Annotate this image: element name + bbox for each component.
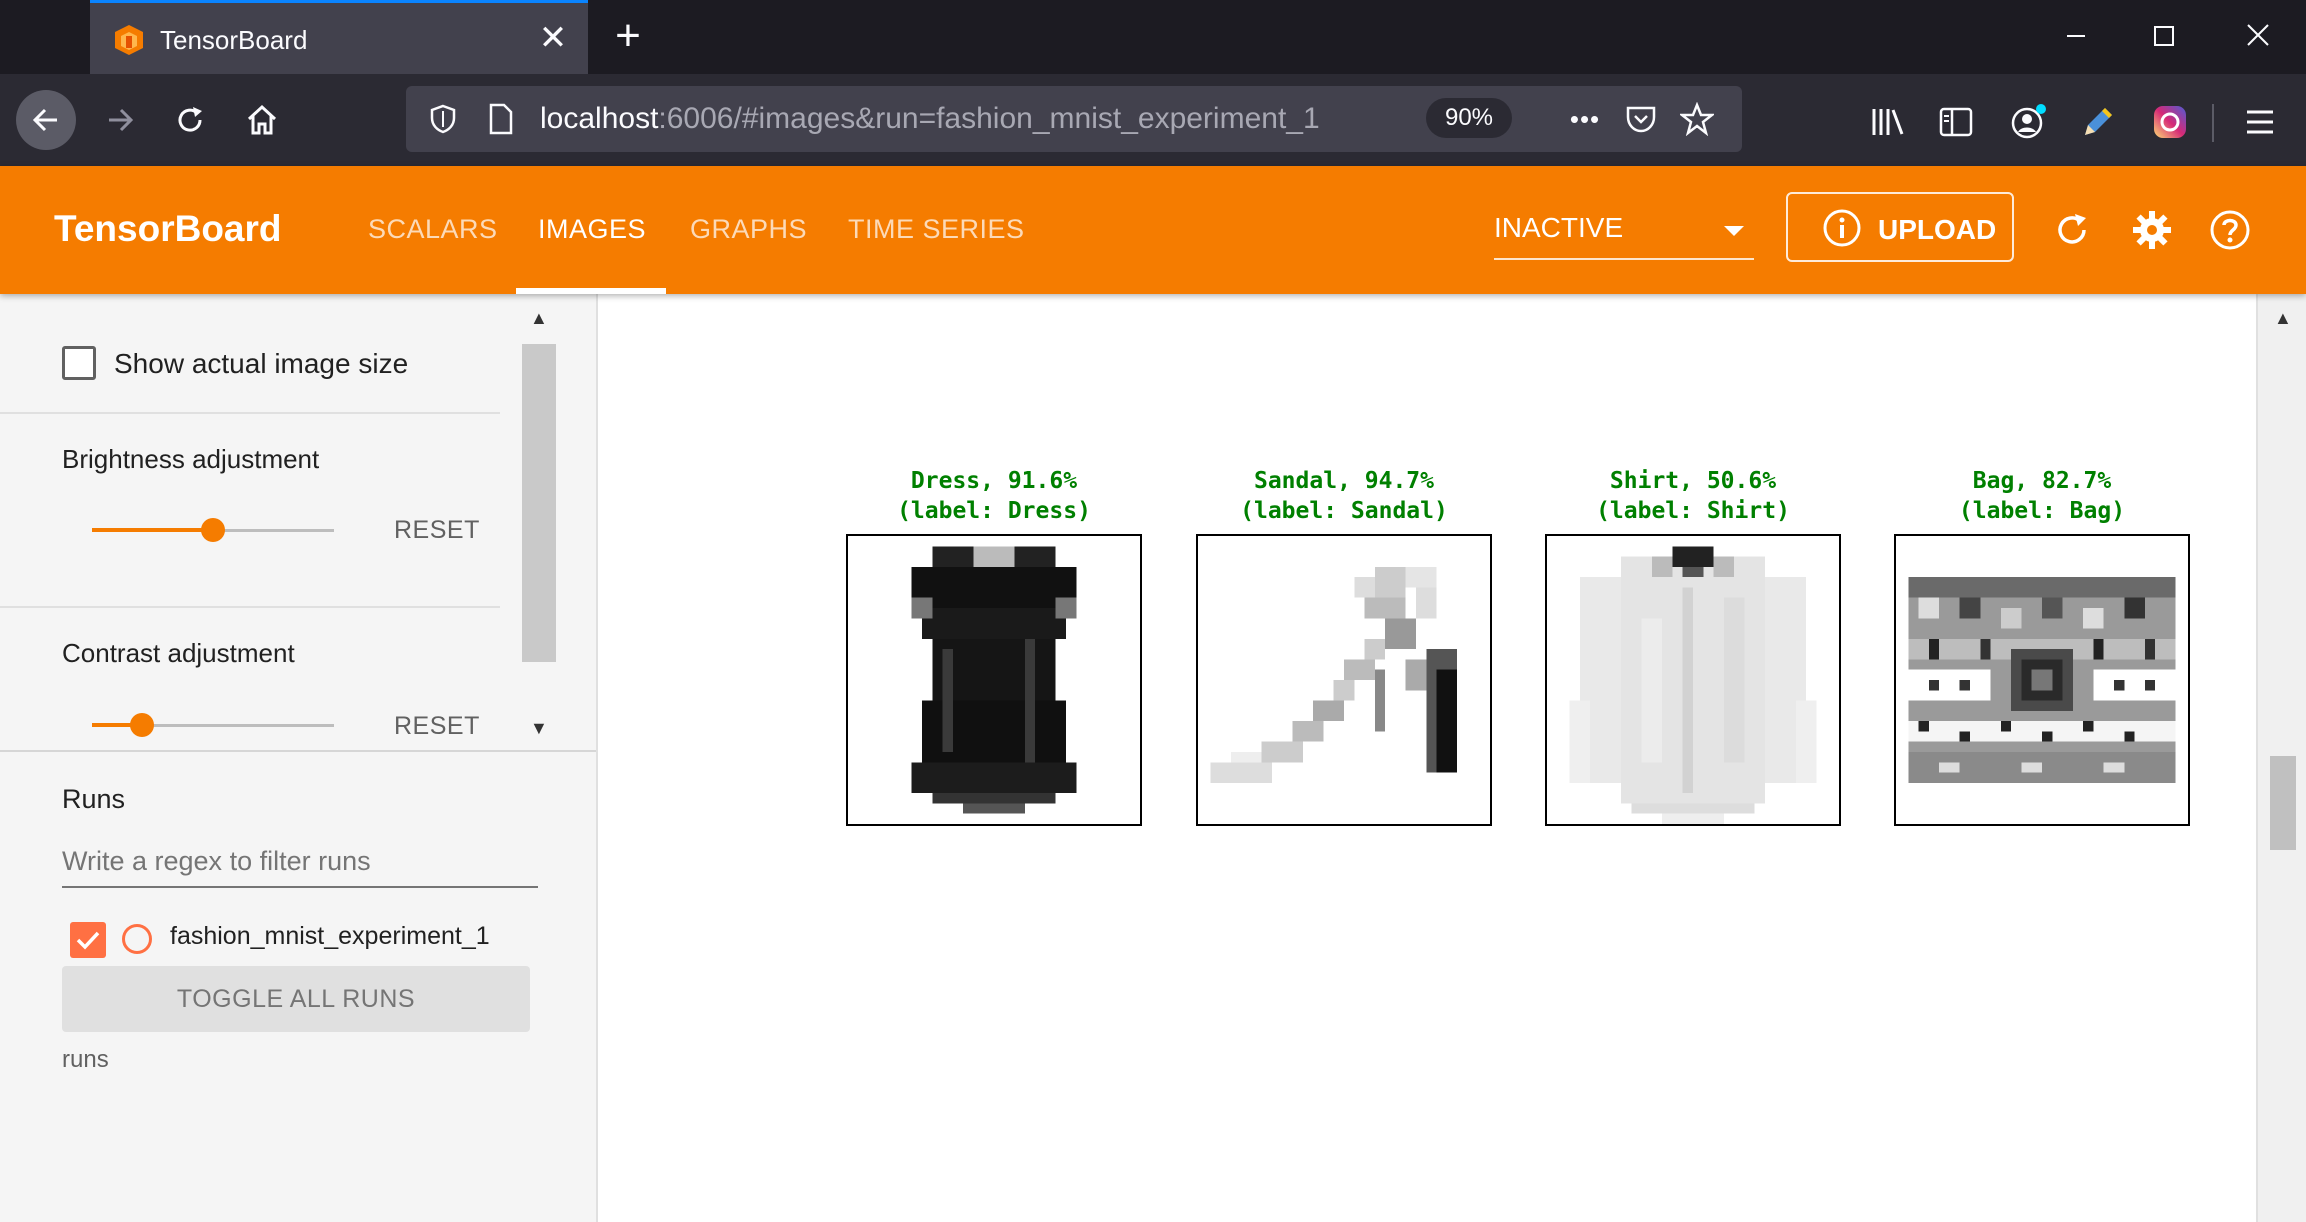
refresh-icon[interactable]	[2050, 208, 2094, 252]
upload-button[interactable]: UPLOAD	[1786, 192, 2014, 262]
prediction-caption: Bag, 82.7%	[1972, 468, 2112, 494]
toolbar-separator	[2212, 104, 2214, 142]
bag-image	[1894, 534, 2190, 826]
runs-filter-input[interactable]	[62, 846, 538, 877]
arrow-right-icon	[109, 108, 134, 132]
address-bar[interactable]: localhost:6006/#images&run=fashion_mnist…	[406, 86, 1742, 152]
prediction-caption: Sandal, 94.7%	[1253, 468, 1434, 494]
tensorboard-header: TensorBoard SCALARS IMAGES GRAPHS TIME S…	[0, 166, 2306, 294]
pocket-icon[interactable]	[1620, 98, 1662, 140]
main-scrollbar[interactable]: ▲	[2256, 294, 2306, 1222]
brightness-slider-fill	[92, 528, 213, 532]
prediction-caption: Shirt, 50.6%	[1609, 468, 1777, 494]
info-icon	[1823, 209, 1861, 247]
scroll-up-icon[interactable]: ▲	[530, 308, 548, 329]
minimize-window-button[interactable]	[2052, 14, 2100, 62]
runs-footer-label: runs	[62, 1046, 109, 1073]
upload-label: UPLOAD	[1878, 214, 1997, 245]
image-card: Sandal, 94.7% (label: Sandal)	[1196, 466, 1492, 826]
account-icon[interactable]	[2006, 100, 2050, 144]
tensorboard-favicon-icon	[115, 25, 143, 55]
library-icon[interactable]	[1866, 100, 1910, 144]
brightness-slider-knob[interactable]	[201, 518, 225, 542]
label-caption: (label: Sandal)	[1240, 498, 1448, 524]
runs-filter-field[interactable]	[62, 846, 538, 888]
home-button[interactable]	[232, 90, 292, 150]
help-icon[interactable]	[2208, 208, 2252, 252]
show-actual-size-checkbox[interactable]	[62, 346, 96, 380]
tab-title: TensorBoard	[160, 25, 308, 55]
run-checkbox[interactable]	[70, 922, 106, 958]
run-name[interactable]: fashion_mnist_experiment_1	[170, 922, 490, 951]
scroll-up-icon[interactable]: ▲	[2274, 308, 2292, 329]
contrast-reset-button[interactable]: RESET	[394, 712, 480, 741]
tab-time-series[interactable]: TIME SERIES	[848, 214, 1025, 245]
shield-icon[interactable]	[422, 98, 464, 140]
extension-pen-icon[interactable]	[2076, 100, 2120, 144]
dress-image	[846, 534, 1142, 826]
arrow-left-icon	[32, 108, 57, 132]
divider	[0, 606, 500, 608]
show-actual-size-label: Show actual image size	[114, 348, 409, 379]
checkmark-icon	[76, 931, 100, 950]
toggle-all-runs-button[interactable]: TOGGLE ALL RUNS	[62, 966, 530, 1032]
back-button[interactable]	[16, 90, 76, 150]
contrast-slider-knob[interactable]	[130, 713, 154, 737]
page-info-icon[interactable]	[480, 98, 522, 140]
sidebar: Show actual image size Brightness adjust…	[0, 294, 598, 1222]
sidebar-toggle-icon[interactable]	[1934, 100, 1978, 144]
sidebar-scrollbar[interactable]: ▲ ▼	[520, 294, 558, 750]
run-color-swatch[interactable]	[122, 924, 152, 954]
run-status-value: INACTIVE	[1494, 212, 1624, 243]
close-window-button[interactable]	[2234, 14, 2282, 62]
section-divider	[0, 750, 596, 752]
bookmark-star-icon[interactable]	[1676, 98, 1718, 140]
run-status-select[interactable]: INACTIVE	[1494, 212, 1754, 260]
prediction-caption: Dress, 91.6%	[910, 468, 1078, 494]
image-settings-panel: Show actual image size Brightness adjust…	[0, 294, 558, 750]
divider	[0, 412, 500, 414]
home-icon	[247, 104, 277, 135]
scroll-down-icon[interactable]: ▼	[530, 718, 548, 739]
main-scroll-thumb[interactable]	[2270, 756, 2296, 850]
page-actions-menu-icon[interactable]: •••	[1564, 98, 1606, 140]
browser-nav-bar: localhost:6006/#images&run=fashion_mnist…	[0, 74, 2306, 166]
reload-button[interactable]	[160, 90, 220, 150]
contrast-label: Contrast adjustment	[62, 638, 295, 668]
brightness-reset-button[interactable]: RESET	[394, 516, 480, 545]
zoom-level-badge[interactable]: 90%	[1426, 98, 1512, 138]
close-icon	[2247, 24, 2269, 46]
active-tab-indicator	[516, 288, 666, 294]
settings-gear-icon[interactable]	[2130, 208, 2174, 252]
maximize-icon	[2154, 26, 2174, 46]
tensorboard-brand[interactable]: TensorBoard	[54, 208, 282, 250]
tab-images[interactable]: IMAGES	[538, 214, 646, 245]
label-caption: (label: Dress)	[897, 498, 1091, 524]
image-card: Dress, 91.6% (label: Dress)	[846, 466, 1142, 826]
caret-down-icon	[1724, 226, 1744, 236]
image-card: Bag, 82.7% (label: Bag)	[1894, 466, 2190, 826]
tab-graphs[interactable]: GRAPHS	[690, 214, 807, 245]
hamburger-menu-icon[interactable]	[2238, 100, 2282, 144]
reload-icon	[178, 107, 202, 132]
close-tab-icon[interactable]: ✕	[532, 17, 574, 59]
shirt-image	[1545, 534, 1841, 826]
sidebar-scroll-thumb[interactable]	[522, 344, 556, 662]
maximize-window-button[interactable]	[2140, 14, 2188, 62]
browser-tab-strip: TensorBoard ✕ +	[0, 0, 2306, 74]
tab-scalars[interactable]: SCALARS	[368, 214, 498, 245]
new-tab-button[interactable]: +	[604, 12, 652, 60]
url-text: localhost:6006/#images&run=fashion_mnist…	[540, 102, 1320, 135]
sandal-image	[1196, 534, 1492, 826]
brightness-label: Brightness adjustment	[62, 444, 320, 474]
runs-heading: Runs	[62, 784, 126, 814]
forward-button[interactable]	[90, 90, 150, 150]
minimize-icon	[2067, 35, 2085, 37]
image-card: Shirt, 50.6% (label: Shirt)	[1545, 466, 1841, 826]
page-content: Show actual image size Brightness adjust…	[0, 294, 2306, 1222]
browser-tab[interactable]: TensorBoard ✕	[90, 0, 588, 74]
label-caption: (label: Shirt)	[1596, 498, 1790, 524]
label-caption: (label: Bag)	[1958, 498, 2126, 524]
extension-camera-icon[interactable]	[2148, 100, 2192, 144]
